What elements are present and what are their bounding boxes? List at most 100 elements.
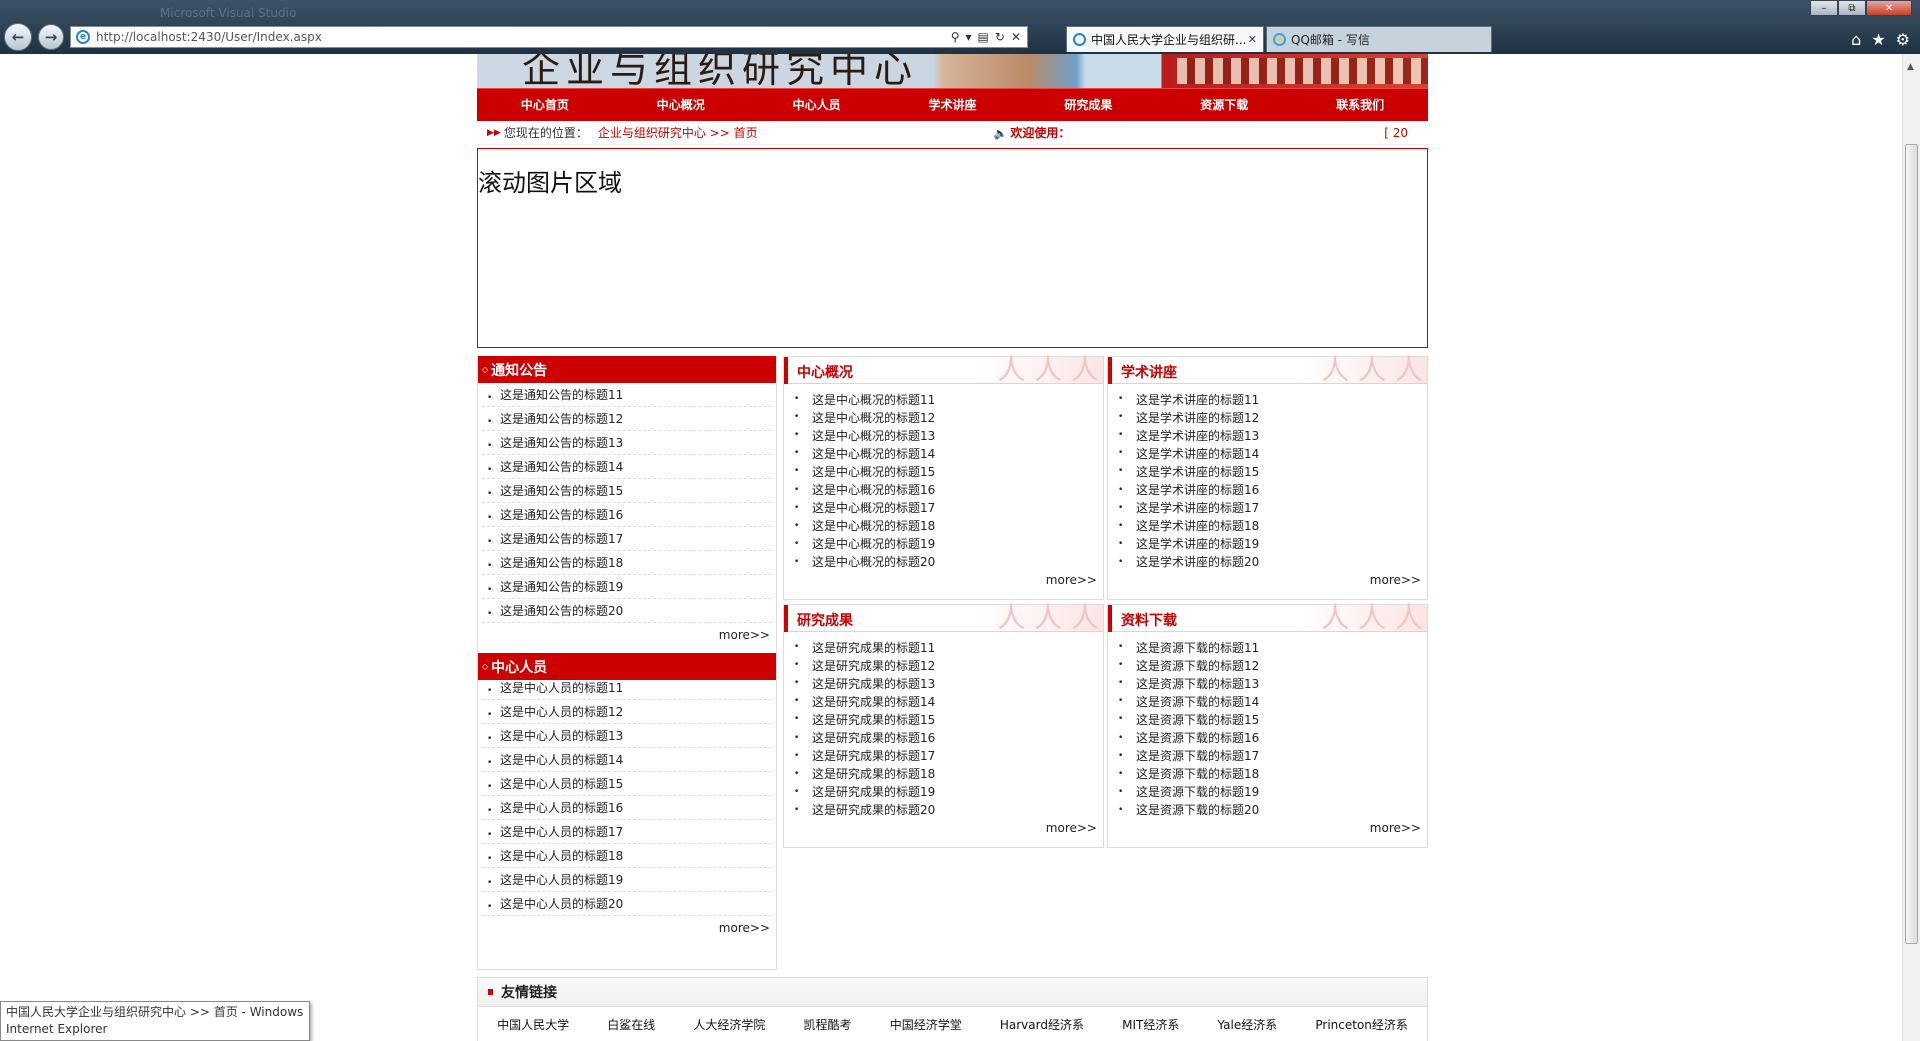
address-url[interactable]: http://localhost:2430/User/Index.aspx xyxy=(96,30,951,44)
friend-link[interactable]: Princeton经济系 xyxy=(1315,1016,1408,1033)
list-item-title[interactable]: 这是中心概况的标题14 xyxy=(812,445,935,462)
list-item-title[interactable]: 这是资源下载的标题18 xyxy=(1136,765,1259,782)
nav-staff[interactable]: 中心人员 xyxy=(749,89,885,121)
list-item[interactable]: • 这是研究成果的标题15 xyxy=(784,710,1103,728)
list-item-title[interactable]: 这是学术讲座的标题15 xyxy=(1136,463,1259,480)
list-item-title[interactable]: 这是中心概况的标题17 xyxy=(812,499,935,516)
list-item-title[interactable]: 这是中心概况的标题18 xyxy=(812,517,935,534)
list-item-title[interactable]: 这是研究成果的标题15 xyxy=(812,711,935,728)
list-item-title[interactable]: 这是通知公告的标题14 xyxy=(500,458,623,475)
list-item-title[interactable]: 这是学术讲座的标题16 xyxy=(1136,481,1259,498)
list-item-title[interactable]: 这是研究成果的标题14 xyxy=(812,693,935,710)
list-item[interactable]: • 这是通知公告的标题19 xyxy=(482,575,772,599)
list-item-title[interactable]: 这是中心概况的标题12 xyxy=(812,409,935,426)
nav-lectures[interactable]: 学术讲座 xyxy=(885,89,1021,121)
list-item[interactable]: • 这是中心概况的标题15 xyxy=(784,462,1103,480)
stop-icon[interactable]: ✕ xyxy=(1011,30,1021,44)
list-item[interactable]: • 这是资源下载的标题18 xyxy=(1108,765,1427,783)
list-item-title[interactable]: 这是通知公告的标题12 xyxy=(500,410,623,427)
list-item-title[interactable]: 这是研究成果的标题12 xyxy=(812,657,935,674)
friend-link[interactable]: 凯程酷考 xyxy=(804,1016,852,1033)
list-item[interactable]: • 这是通知公告的标题15 xyxy=(482,479,772,503)
list-item[interactable]: • 这是学术讲座的标题15 xyxy=(1108,462,1427,480)
home-icon[interactable]: ⌂ xyxy=(1851,30,1861,49)
list-item[interactable]: • 这是通知公告的标题13 xyxy=(482,431,772,455)
research-more-link[interactable]: more>> xyxy=(784,821,1103,835)
list-item[interactable]: • 这是通知公告的标题17 xyxy=(482,527,772,551)
list-item-title[interactable]: 这是资源下载的标题15 xyxy=(1136,711,1259,728)
list-item[interactable]: • 这是学术讲座的标题13 xyxy=(1108,426,1427,444)
list-item-title[interactable]: 这是中心人员的标题18 xyxy=(500,847,623,864)
tools-gear-icon[interactable]: ⚙ xyxy=(1896,30,1910,49)
list-item-title[interactable]: 这是通知公告的标题20 xyxy=(500,602,623,619)
refresh-icon[interactable]: ↻ xyxy=(995,30,1005,44)
list-item[interactable]: • 这是资源下载的标题16 xyxy=(1108,728,1427,746)
list-item-title[interactable]: 这是研究成果的标题11 xyxy=(812,639,935,656)
list-item[interactable]: • 这是中心人员的标题19 xyxy=(482,868,772,892)
list-item[interactable]: • 这是资源下载的标题12 xyxy=(1108,656,1427,674)
friend-link[interactable]: MIT经济系 xyxy=(1122,1016,1179,1033)
list-item-title[interactable]: 这是通知公告的标题16 xyxy=(500,506,623,523)
list-item-title[interactable]: 这是学术讲座的标题13 xyxy=(1136,427,1259,444)
address-bar[interactable]: e http://localhost:2430/User/Index.aspx … xyxy=(70,26,1028,48)
friend-link[interactable]: Yale经济系 xyxy=(1217,1016,1277,1033)
nav-downloads[interactable]: 资源下载 xyxy=(1156,89,1292,121)
list-item[interactable]: • 这是资源下载的标题15 xyxy=(1108,710,1427,728)
list-item[interactable]: • 这是中心人员的标题18 xyxy=(482,844,772,868)
list-item-title[interactable]: 这是研究成果的标题16 xyxy=(812,729,935,746)
list-item[interactable]: • 这是通知公告的标题12 xyxy=(482,407,772,431)
lectures-more-link[interactable]: more>> xyxy=(1108,573,1427,587)
list-item-title[interactable]: 这是中心人员的标题16 xyxy=(500,799,623,816)
list-item[interactable]: • 这是学术讲座的标题20 xyxy=(1108,553,1427,571)
overview-more-link[interactable]: more>> xyxy=(784,573,1103,587)
list-item[interactable]: • 这是中心概况的标题13 xyxy=(784,426,1103,444)
list-item[interactable]: • 这是学术讲座的标题11 xyxy=(1108,390,1427,408)
list-item[interactable]: • 这是学术讲座的标题18 xyxy=(1108,517,1427,535)
list-item-title[interactable]: 这是资源下载的标题14 xyxy=(1136,693,1259,710)
list-item-title[interactable]: 这是研究成果的标题13 xyxy=(812,675,935,692)
notice-more-link[interactable]: more>> xyxy=(478,623,776,647)
list-item[interactable]: • 这是中心概况的标题20 xyxy=(784,553,1103,571)
list-item[interactable]: • 这是研究成果的标题14 xyxy=(784,692,1103,710)
friend-link[interactable]: Harvard经济系 xyxy=(1000,1016,1084,1033)
list-item[interactable]: • 这是中心人员的标题17 xyxy=(482,820,772,844)
list-item[interactable]: • 这是中心概况的标题16 xyxy=(784,480,1103,498)
list-item[interactable]: • 这是中心人员的标题16 xyxy=(482,796,772,820)
list-item[interactable]: • 这是研究成果的标题11 xyxy=(784,638,1103,656)
list-item-title[interactable]: 这是通知公告的标题15 xyxy=(500,482,623,499)
list-item-title[interactable]: 这是中心概况的标题16 xyxy=(812,481,935,498)
list-item[interactable]: • 这是通知公告的标题18 xyxy=(482,551,772,575)
list-item[interactable]: • 这是中心概况的标题14 xyxy=(784,444,1103,462)
list-item[interactable]: • 这是学术讲座的标题14 xyxy=(1108,444,1427,462)
list-item[interactable]: • 这是中心概况的标题12 xyxy=(784,408,1103,426)
list-item[interactable]: • 这是中心人员的标题15 xyxy=(482,772,772,796)
forward-button[interactable]: → xyxy=(38,24,64,50)
list-item-title[interactable]: 这是学术讲座的标题17 xyxy=(1136,499,1259,516)
list-item[interactable]: • 这是中心人员的标题20 xyxy=(482,892,772,916)
list-item-title[interactable]: 这是中心人员的标题17 xyxy=(500,823,623,840)
list-item[interactable]: • 这是资源下载的标题11 xyxy=(1108,638,1427,656)
list-item-title[interactable]: 这是资源下载的标题13 xyxy=(1136,675,1259,692)
list-item[interactable]: • 这是通知公告的标题11 xyxy=(482,383,772,407)
list-item[interactable]: • 这是中心概况的标题19 xyxy=(784,535,1103,553)
list-item[interactable]: • 这是中心概况的标题17 xyxy=(784,499,1103,517)
list-item[interactable]: • 这是研究成果的标题16 xyxy=(784,728,1103,746)
list-item-title[interactable]: 这是资源下载的标题16 xyxy=(1136,729,1259,746)
tab-active[interactable]: 中国人民大学企业与组织研... ✕ xyxy=(1066,26,1264,52)
list-item-title[interactable]: 这是学术讲座的标题18 xyxy=(1136,517,1259,534)
friend-link[interactable]: 中国人民大学 xyxy=(497,1016,569,1033)
nav-home[interactable]: 中心首页 xyxy=(477,89,613,121)
breadcrumb[interactable]: 企业与组织研究中心 >> 首页 xyxy=(598,124,758,141)
list-item-title[interactable]: 这是通知公告的标题18 xyxy=(500,554,623,571)
list-item[interactable]: • 这是中心人员的标题13 xyxy=(482,724,772,748)
close-window-button[interactable]: ✕ xyxy=(1866,0,1912,16)
list-item-title[interactable]: 这是中心概况的标题15 xyxy=(812,463,935,480)
dropdown-icon[interactable]: ▾ xyxy=(966,30,972,44)
list-item[interactable]: • 这是资源下载的标题19 xyxy=(1108,783,1427,801)
tab-close-icon[interactable]: ✕ xyxy=(1248,33,1257,46)
list-item-title[interactable]: 这是资源下载的标题11 xyxy=(1136,639,1259,656)
list-item-title[interactable]: 这是中心人员的标题12 xyxy=(500,703,623,720)
list-item-title[interactable]: 这是学术讲座的标题12 xyxy=(1136,409,1259,426)
list-item-title[interactable]: 这是研究成果的标题20 xyxy=(812,801,935,818)
list-item-title[interactable]: 这是中心概况的标题19 xyxy=(812,535,935,552)
